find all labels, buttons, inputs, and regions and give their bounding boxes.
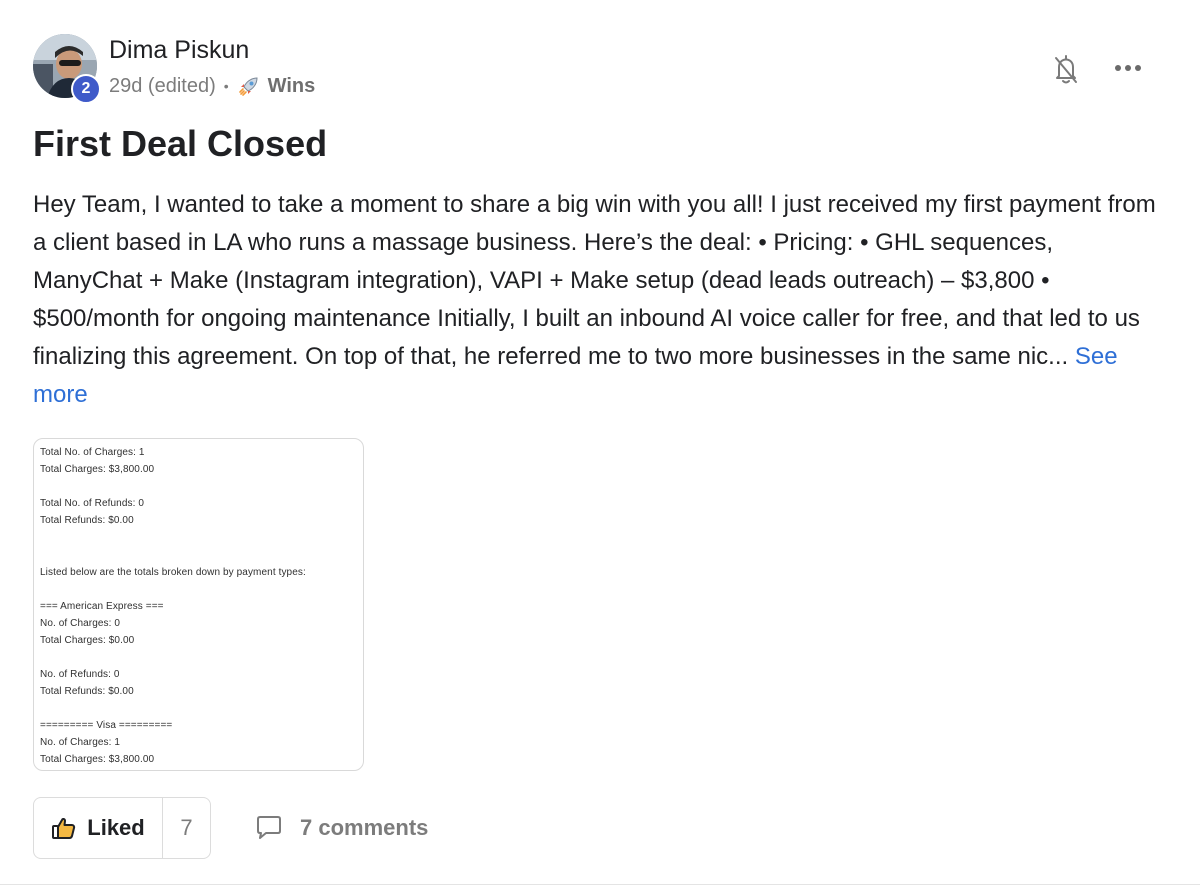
receipt-line: === American Express === [40,601,164,612]
meta-separator: • [223,78,229,94]
post-body: Hey Team, I wanted to take a moment to s… [33,186,1168,414]
receipt-line: Total Refunds: $0.00 [40,686,134,697]
bottom-divider [0,884,1200,885]
like-button[interactable]: Liked [34,798,163,858]
receipt-line: Total Charges: $3,800.00 [40,464,155,475]
level-badge: 2 [71,74,101,104]
post-body-text: Hey Team, I wanted to take a moment to s… [33,191,1156,370]
like-group: Liked 7 [33,797,211,859]
post-time: 29d (edited) [109,74,216,97]
receipt-line: Total Charges: $3,800.00 [40,754,155,765]
category-label[interactable]: Wins [268,75,316,98]
receipt-line: Total No. of Charges: 1 [40,447,145,458]
comments-button[interactable]: 7 comments [254,812,428,844]
receipt-line: No. of Refunds: 0 [40,669,120,680]
attachment-image[interactable]: Total No. of Charges: 1 Total Charges: $… [33,438,364,771]
author-name[interactable]: Dima Piskun [109,36,249,65]
thumbs-up-icon [52,817,76,839]
like-count[interactable]: 7 [163,798,210,858]
receipt-line: Total No. of Refunds: 0 [40,498,145,509]
like-label: Liked [87,815,145,840]
bell-off-icon[interactable] [1050,52,1082,86]
more-horizontal-icon[interactable] [1110,56,1146,80]
receipt-line: Total Refunds: $0.00 [40,515,134,526]
receipt-line: No. of Charges: 0 [40,618,121,629]
comments-label: 7 comments [300,815,429,840]
receipt-line: Total Charges: $0.00 [40,635,135,646]
receipt-line: Listed below are the totals broken down … [40,567,306,578]
receipt-line: ========= Visa ========= [40,720,173,731]
post-meta: 29d (edited) • Wins [109,74,315,98]
post-title: First Deal Closed [33,123,328,164]
comment-icon [257,816,281,839]
rocket-icon [238,77,258,96]
receipt-line: No. of Charges: 1 [40,737,121,748]
